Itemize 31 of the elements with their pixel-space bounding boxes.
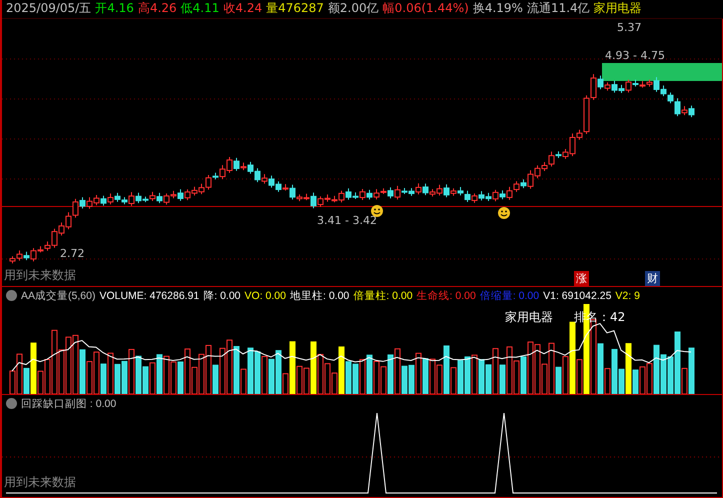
indicator-value: V2: 9 [615, 290, 640, 302]
indicator-value: V1: 691042.25 [543, 290, 612, 302]
quote-field: 量476287 [266, 0, 324, 18]
indicator-value: 地里柱: 0.00 [290, 288, 350, 303]
indicator-value: 生命线: 0.00 [416, 288, 476, 303]
indicator-value: 倍量柱: 0.00 [353, 288, 413, 303]
event-marker: 财 [645, 270, 660, 286]
sector-name: 家用电器 [505, 309, 553, 326]
indicator-value: 倍缩量: 0.00 [480, 288, 540, 303]
quote-field: 高4.26 [138, 0, 177, 18]
low-price-label: 2.72 [60, 246, 84, 260]
quote-field: 额2.00亿 [328, 0, 379, 18]
sector-name: 家用电器 [594, 0, 642, 18]
zone-price-label: 4.93 - 4.75 [605, 48, 665, 62]
quote-field: 收4.24 [223, 0, 262, 18]
support-price-label: 3.41 - 3.42 [317, 214, 377, 227]
watermark-text: 用到未来数据 [4, 267, 76, 284]
quote-field: 低4.11 [180, 0, 220, 18]
high-price-label: 5.37 [617, 20, 642, 34]
quote-field: 换4.19% [472, 0, 523, 18]
event-marker: 涨 [574, 270, 589, 286]
quote-field: 流通11.4亿 [526, 0, 590, 18]
indicator-value: VOLUME: 476286.91 [99, 290, 200, 302]
quote-field: 幅0.06(1.44%) [382, 0, 469, 18]
watermark-text: 用到未来数据 [4, 474, 76, 491]
indicator-value: 降: 0.00 [203, 288, 241, 303]
indicator-value: VO: 0.00 [244, 290, 286, 302]
quote-field: 开4.16 [95, 0, 134, 18]
date-text: 2025/09/05/五 [6, 0, 92, 18]
indicator-title: 回踩缺口副图 : 0.00 [21, 396, 116, 411]
indicator-title: AA成交量(5,60) [21, 288, 96, 303]
